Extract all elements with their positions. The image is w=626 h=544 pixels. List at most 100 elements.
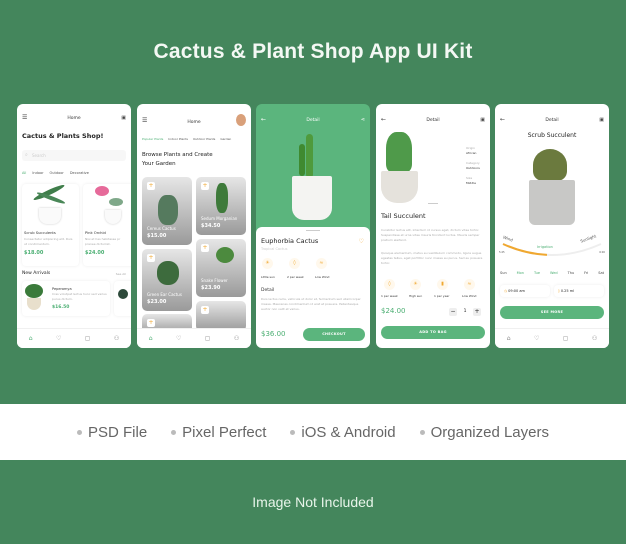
heart-icon[interactable]: ♡ — [534, 335, 539, 342]
heart-icon[interactable]: ♡ — [176, 335, 181, 342]
day-mon[interactable]: Mon — [517, 271, 524, 275]
header-title: Home — [187, 120, 201, 125]
checkout-button[interactable]: CHECKOUT — [303, 328, 365, 341]
plant-card[interactable]: + Cereus Cactus $15.00 — [142, 177, 192, 245]
browse-heading-line2: Your Garden — [142, 161, 176, 167]
add-icon[interactable]: + — [147, 182, 155, 190]
spec-value: African — [466, 151, 477, 155]
bottom-nav: ⌂ ♡ ▢ ⚇ — [137, 328, 251, 348]
arrival-desc: Cras volutpat lectus hunc sed varius pur… — [52, 292, 107, 301]
bullet-icon — [76, 429, 82, 435]
feature-label: 1 per year — [434, 294, 450, 298]
day-tue[interactable]: Tue — [534, 271, 540, 275]
product-price: $18.00 — [24, 250, 44, 256]
browse-screen: ☰ Home Popular Plants Indoor Plants Outd… — [137, 104, 251, 348]
plant-price: $23.00 — [147, 299, 167, 305]
description-2: Quisque elementum, metus eu vestibulum c… — [381, 251, 483, 265]
plant-name: Euphorbia Cactus — [261, 237, 319, 245]
plant-name: Scrub Succulent — [527, 132, 577, 139]
feature-bar: PSD File Pixel Perfect iOS & Android Org… — [0, 404, 626, 460]
home-icon[interactable]: ⌂ — [507, 335, 511, 342]
product-card[interactable]: Scrub Succulents Consectetur adipiscing … — [22, 183, 79, 266]
header-title: Detail — [306, 118, 320, 123]
tab-outdoor[interactable]: Outdoor Plants — [193, 137, 215, 141]
arrival-price: $16.50 — [52, 305, 70, 310]
share-icon[interactable]: ⋖ — [361, 117, 365, 123]
add-icon[interactable]: + — [147, 319, 155, 327]
tab-indoor[interactable]: Indoor — [32, 171, 43, 175]
plant-card[interactable]: + Green Ear Cactus $23.00 — [142, 249, 192, 311]
plant-name: Tail Succulent — [381, 212, 426, 220]
bag-icon[interactable]: ▣ — [121, 115, 126, 121]
wind-icon: ≈ — [316, 258, 327, 269]
bag-icon[interactable]: ▢ — [563, 335, 569, 342]
arrival-card[interactable]: Peperomya Cras volutpat lectus hunc sed … — [22, 281, 110, 316]
tab-outdoor[interactable]: Outdoor — [50, 171, 64, 175]
scrub-succulent-screen: ← Detail ▣ Scrub Succulent Wind Irrigati… — [495, 104, 609, 348]
decrement-button[interactable]: − — [449, 308, 457, 316]
tab-garden[interactable]: Garden — [220, 137, 231, 141]
wind-icon: ≈ — [464, 279, 475, 290]
plant-card[interactable]: + Sedum Morganian $34.50 — [196, 177, 246, 235]
day-sat[interactable]: Sat — [598, 271, 604, 275]
heart-icon[interactable]: ♡ — [56, 335, 61, 342]
product-name: Pink Orchid — [85, 231, 106, 235]
search-icon: ⌕ — [25, 152, 28, 158]
product-card[interactable]: Pink Orchid Nisi et has habitasse pr pra… — [83, 184, 131, 266]
water-chip[interactable]: ◊ 0.25 ml — [554, 285, 604, 297]
plant-name: Sedum Morganian — [201, 216, 238, 221]
add-icon[interactable]: + — [201, 306, 209, 314]
plant-card[interactable]: + — [196, 301, 246, 331]
browse-heading-line1: Browse Plants and Create — [142, 152, 213, 158]
detail-text: Duis lectus nulla, vehicula ut dolor et,… — [261, 297, 361, 311]
bag-icon[interactable]: ▣ — [599, 117, 604, 123]
profile-icon[interactable]: ⚇ — [234, 335, 239, 342]
plant-card[interactable]: + Snake Flower $23.90 — [196, 239, 246, 297]
feature-label: High sun — [409, 294, 423, 298]
sun-icon: ☀ — [262, 258, 273, 269]
see-all-link[interactable]: See All — [116, 272, 126, 276]
feature-label: 1 per week — [381, 294, 398, 298]
tab-indoor[interactable]: Indoor Plants — [168, 137, 188, 141]
search-input[interactable]: Search — [22, 150, 126, 161]
feature-item: iOS & Android — [290, 424, 396, 441]
time-chip[interactable]: ◷ 09:00 am — [500, 285, 550, 297]
spec-value: Outdoors — [466, 166, 480, 170]
day-thu[interactable]: Thu — [568, 271, 575, 275]
plant-name: Green Ear Cactus — [147, 292, 182, 297]
feature-label: Organized Layers — [430, 423, 549, 441]
header-title: Home — [67, 116, 81, 121]
profile-icon[interactable]: ⚇ — [592, 335, 597, 342]
add-icon[interactable]: + — [201, 182, 209, 190]
product-desc: Nisi et has habitasse pr pranee dictumst… — [85, 237, 121, 246]
arrival-card[interactable] — [114, 281, 131, 316]
day-selector: Sun Mon Tue Wed Thu Fri Sat — [500, 271, 604, 275]
water-drop-icon: ◊ — [289, 258, 300, 269]
increment-button[interactable]: + — [473, 308, 481, 316]
day-fri[interactable]: Fri — [584, 271, 588, 275]
feature-label: Little sun — [261, 275, 275, 279]
day-wed[interactable]: Wed — [550, 271, 558, 275]
sun-icon: ☀ — [410, 279, 421, 290]
home-icon[interactable]: ⌂ — [149, 335, 153, 342]
bag-icon[interactable]: ▢ — [205, 335, 211, 342]
feature-label: Low Wind — [315, 275, 330, 279]
tab-all[interactable]: All — [22, 171, 26, 175]
add-icon[interactable]: + — [201, 244, 209, 252]
arrival-name: Peperomya — [52, 287, 72, 291]
bag-icon[interactable]: ▣ — [480, 117, 485, 123]
tab-popular[interactable]: Popular Plants — [142, 137, 163, 141]
tab-decorative[interactable]: Decorative — [70, 171, 89, 175]
avatar[interactable] — [236, 114, 246, 126]
bullet-icon — [290, 429, 296, 435]
day-sun[interactable]: Sun — [500, 271, 507, 275]
add-icon[interactable]: + — [147, 254, 155, 262]
tail-succulent-screen: ← Detail ▣ Origin African Category Outdo… — [376, 104, 490, 348]
bag-icon[interactable]: ▢ — [85, 335, 91, 342]
add-to-bag-button[interactable]: ADD TO BAG — [381, 326, 485, 339]
profile-icon[interactable]: ⚇ — [114, 335, 119, 342]
home-icon[interactable]: ⌂ — [29, 335, 33, 342]
gauge-max: 6:00 — [599, 251, 605, 254]
see-more-button[interactable]: SEE MORE — [500, 306, 604, 319]
heart-icon[interactable]: ♡ — [359, 239, 364, 245]
